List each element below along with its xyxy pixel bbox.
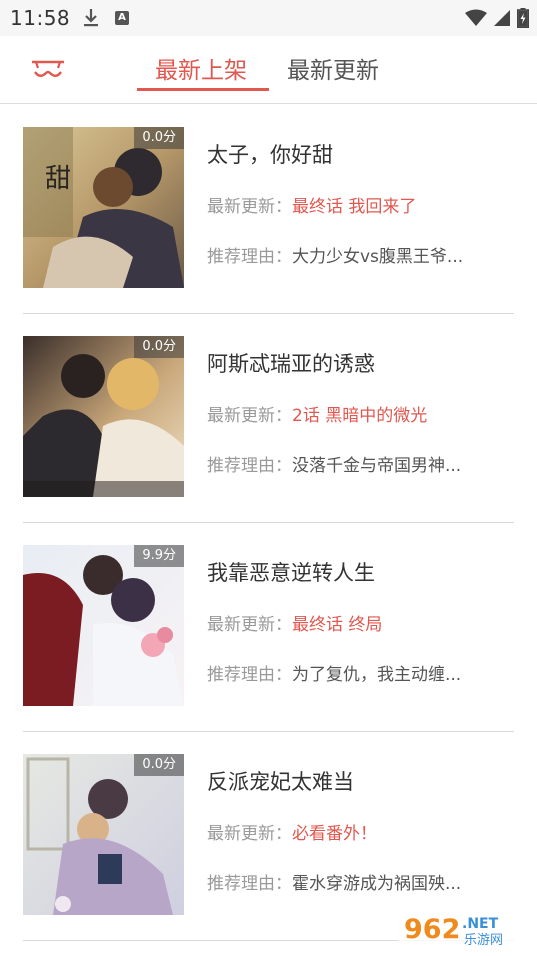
latest-update-row: 最新更新：最终话 终局 <box>207 610 382 635</box>
watermark-net: .NET <box>462 916 499 932</box>
latest-update-row: 最新更新：最终话 我回来了 <box>207 192 416 217</box>
recommend-reason-row: 推荐理由：大力少女vs腹黑王爷... <box>207 242 463 267</box>
comic-cover[interactable]: 0.0分 <box>23 754 184 915</box>
recommend-reason-label: 推荐理由： <box>207 247 292 267</box>
list-item[interactable]: 9.9分 我靠恶意逆转人生 最新更新：最终话 终局 推荐理由：为了复仇，我主动缠… <box>0 523 537 732</box>
comic-title[interactable]: 太子，你好甜 <box>207 139 333 169</box>
recommend-reason-row: 推荐理由：没落千金与帝国男神... <box>207 451 461 476</box>
signal-icon <box>493 9 511 31</box>
score-badge: 9.9分 <box>134 545 184 567</box>
latest-update-row: 最新更新：2话 黑暗中的微光 <box>207 401 427 426</box>
status-bar: 11:58 A <box>0 0 537 36</box>
latest-update-row: 最新更新：必看番外！ <box>207 819 377 844</box>
score-badge: 0.0分 <box>134 336 184 358</box>
latest-update-value: 2话 黑暗中的微光 <box>292 406 428 426</box>
comic-cover[interactable]: 甜 0.0分 <box>23 127 184 288</box>
score-badge: 0.0分 <box>134 754 184 776</box>
recommend-reason-row: 推荐理由：为了复仇，我主动缠... <box>207 660 461 685</box>
recommend-reason-value: 霍水穿游成为祸国殃... <box>292 874 462 894</box>
tab-newest-shelf[interactable]: 最新上架 <box>155 56 247 90</box>
list-item[interactable]: 0.0分 阿斯忒瑞亚的诱惑 最新更新：2话 黑暗中的微光 推荐理由：没落千金与帝… <box>0 314 537 523</box>
site-watermark-logo: 962 .NET 乐游网 <box>398 908 530 950</box>
recommend-reason-row: 推荐理由：霍水穿游成为祸国殃... <box>207 869 461 894</box>
comic-title[interactable]: 阿斯忒瑞亚的诱惑 <box>207 348 375 378</box>
latest-update-label: 最新更新： <box>207 197 292 217</box>
top-nav: 最新上架 最新更新 <box>0 36 537 104</box>
a-notification-icon: A <box>115 11 129 25</box>
watermark-sub: 乐游网 <box>464 933 503 948</box>
recommend-reason-value: 为了复仇，我主动缠... <box>292 665 462 685</box>
recommend-reason-value: 没落千金与帝国男神... <box>292 456 462 476</box>
comic-cover[interactable]: 0.0分 <box>23 336 184 497</box>
comic-title[interactable]: 我靠恶意逆转人生 <box>207 557 375 587</box>
list-item[interactable]: 甜 0.0分 太子，你好甜 最新更新：最终话 我回来了 推荐理由：大力少女vs腹… <box>0 105 537 314</box>
wifi-icon <box>465 9 487 31</box>
score-badge: 0.0分 <box>134 127 184 149</box>
active-tab-indicator <box>137 88 269 91</box>
recommend-reason-label: 推荐理由： <box>207 665 292 685</box>
cat-menu-icon[interactable] <box>30 58 66 88</box>
comic-list: 甜 0.0分 太子，你好甜 最新更新：最终话 我回来了 推荐理由：大力少女vs腹… <box>0 105 537 941</box>
svg-text:甜: 甜 <box>45 164 71 194</box>
comic-title[interactable]: 反派宠妃太难当 <box>207 766 354 796</box>
watermark-digits: 962 <box>404 914 460 945</box>
status-right-icons <box>465 8 529 32</box>
comic-cover[interactable]: 9.9分 <box>23 545 184 706</box>
latest-update-value: 最终话 终局 <box>292 615 383 635</box>
latest-update-label: 最新更新： <box>207 406 292 426</box>
status-time: 11:58 <box>10 6 71 30</box>
latest-update-label: 最新更新： <box>207 824 292 844</box>
tab-newest-update[interactable]: 最新更新 <box>287 56 379 90</box>
recommend-reason-label: 推荐理由： <box>207 456 292 476</box>
latest-update-label: 最新更新： <box>207 615 292 635</box>
download-icon <box>82 8 100 32</box>
recommend-reason-label: 推荐理由： <box>207 874 292 894</box>
latest-update-value: 必看番外！ <box>292 824 377 844</box>
recommend-reason-value: 大力少女vs腹黑王爷... <box>292 247 464 267</box>
battery-icon <box>517 8 529 32</box>
latest-update-value: 最终话 我回来了 <box>292 197 417 217</box>
